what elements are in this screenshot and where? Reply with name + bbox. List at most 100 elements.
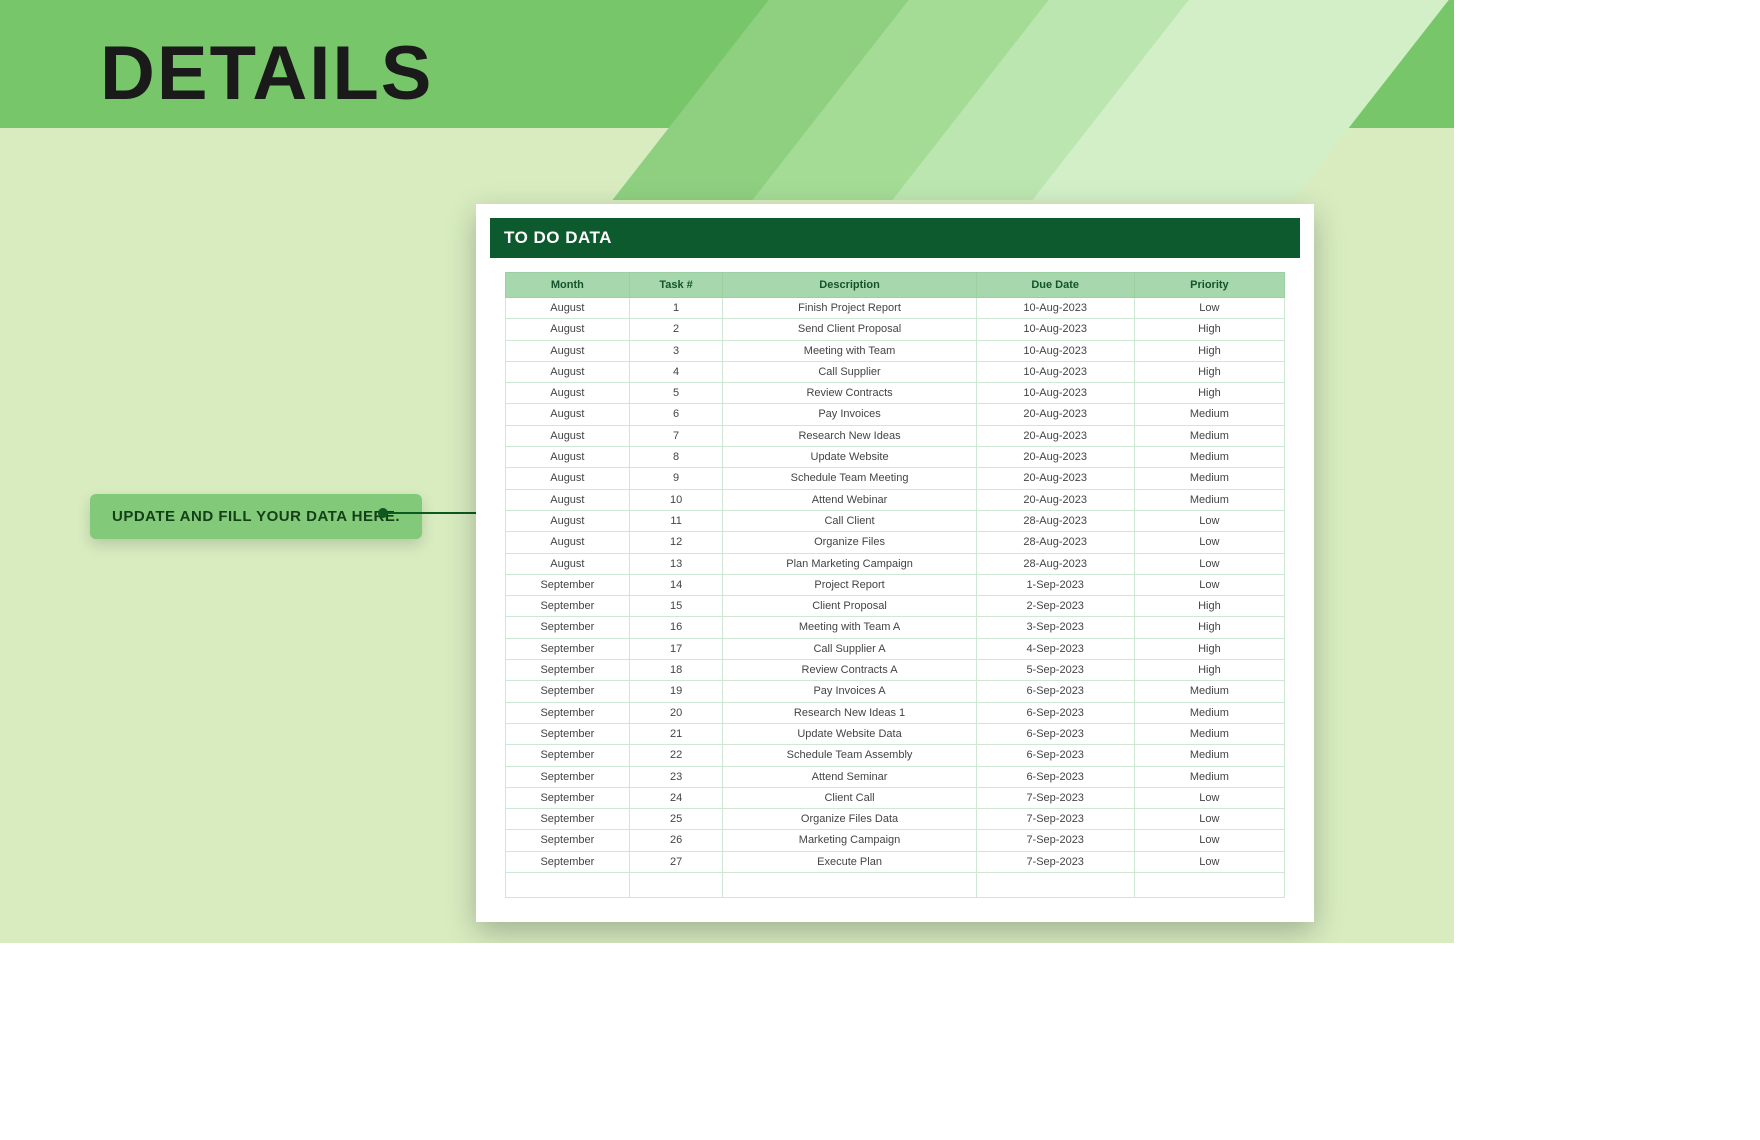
cell-task[interactable]: 9 (629, 468, 723, 489)
cell-task[interactable]: 21 (629, 723, 723, 744)
cell-month[interactable]: August (506, 447, 630, 468)
cell-pri[interactable]: Low (1134, 298, 1284, 319)
table-row[interactable]: September26Marketing Campaign7-Sep-2023L… (506, 830, 1285, 851)
cell-task[interactable]: 11 (629, 510, 723, 531)
cell-pri[interactable]: High (1134, 617, 1284, 638)
cell-month[interactable]: August (506, 489, 630, 510)
cell-month[interactable]: August (506, 404, 630, 425)
table-row[interactable]: August12Organize Files28-Aug-2023Low (506, 532, 1285, 553)
table-row[interactable]: August11Call Client28-Aug-2023Low (506, 510, 1285, 531)
cell-desc[interactable]: Attend Webinar (723, 489, 976, 510)
cell-month[interactable]: September (506, 766, 630, 787)
cell-desc[interactable]: Call Supplier A (723, 638, 976, 659)
cell-due[interactable]: 10-Aug-2023 (976, 298, 1134, 319)
cell-empty[interactable] (506, 873, 630, 898)
cell-task[interactable]: 8 (629, 447, 723, 468)
table-row[interactable]: September23Attend Seminar6-Sep-2023Mediu… (506, 766, 1285, 787)
cell-month[interactable]: August (506, 383, 630, 404)
cell-due[interactable]: 28-Aug-2023 (976, 510, 1134, 531)
cell-desc[interactable]: Send Client Proposal (723, 319, 976, 340)
cell-pri[interactable]: Low (1134, 809, 1284, 830)
table-row[interactable]: September19Pay Invoices A6-Sep-2023Mediu… (506, 681, 1285, 702)
cell-due[interactable]: 6-Sep-2023 (976, 702, 1134, 723)
table-row[interactable]: September22Schedule Team Assembly6-Sep-2… (506, 745, 1285, 766)
cell-task[interactable]: 5 (629, 383, 723, 404)
cell-due[interactable]: 4-Sep-2023 (976, 638, 1134, 659)
cell-task[interactable]: 15 (629, 596, 723, 617)
cell-pri[interactable]: Low (1134, 851, 1284, 872)
table-row-empty[interactable] (506, 873, 1285, 898)
cell-pri[interactable]: Medium (1134, 447, 1284, 468)
cell-empty[interactable] (629, 873, 723, 898)
cell-desc[interactable]: Pay Invoices A (723, 681, 976, 702)
cell-desc[interactable]: Schedule Team Assembly (723, 745, 976, 766)
cell-month[interactable]: September (506, 574, 630, 595)
cell-pri[interactable]: Medium (1134, 489, 1284, 510)
cell-desc[interactable]: Organize Files Data (723, 809, 976, 830)
cell-due[interactable]: 7-Sep-2023 (976, 809, 1134, 830)
cell-month[interactable]: September (506, 851, 630, 872)
cell-pri[interactable]: Medium (1134, 766, 1284, 787)
table-row[interactable]: August3Meeting with Team10-Aug-2023High (506, 340, 1285, 361)
cell-desc[interactable]: Update Website (723, 447, 976, 468)
cell-task[interactable]: 14 (629, 574, 723, 595)
cell-due[interactable]: 6-Sep-2023 (976, 723, 1134, 744)
table-row[interactable]: September18Review Contracts A5-Sep-2023H… (506, 660, 1285, 681)
cell-desc[interactable]: Update Website Data (723, 723, 976, 744)
cell-month[interactable]: September (506, 830, 630, 851)
table-row[interactable]: September17Call Supplier A4-Sep-2023High (506, 638, 1285, 659)
table-row[interactable]: August1Finish Project Report10-Aug-2023L… (506, 298, 1285, 319)
cell-desc[interactable]: Client Call (723, 787, 976, 808)
cell-pri[interactable]: Low (1134, 532, 1284, 553)
cell-pri[interactable]: High (1134, 596, 1284, 617)
cell-month[interactable]: August (506, 532, 630, 553)
table-row[interactable]: September14Project Report1-Sep-2023Low (506, 574, 1285, 595)
cell-desc[interactable]: Meeting with Team A (723, 617, 976, 638)
cell-pri[interactable]: High (1134, 340, 1284, 361)
table-row[interactable]: September16Meeting with Team A3-Sep-2023… (506, 617, 1285, 638)
cell-due[interactable]: 28-Aug-2023 (976, 553, 1134, 574)
cell-due[interactable]: 28-Aug-2023 (976, 532, 1134, 553)
cell-desc[interactable]: Review Contracts (723, 383, 976, 404)
cell-month[interactable]: September (506, 617, 630, 638)
cell-pri[interactable]: Low (1134, 787, 1284, 808)
cell-month[interactable]: September (506, 702, 630, 723)
cell-due[interactable]: 7-Sep-2023 (976, 830, 1134, 851)
cell-task[interactable]: 13 (629, 553, 723, 574)
table-row[interactable]: August2Send Client Proposal10-Aug-2023Hi… (506, 319, 1285, 340)
cell-task[interactable]: 7 (629, 425, 723, 446)
cell-desc[interactable]: Organize Files (723, 532, 976, 553)
cell-month[interactable]: August (506, 510, 630, 531)
cell-due[interactable]: 3-Sep-2023 (976, 617, 1134, 638)
cell-due[interactable]: 20-Aug-2023 (976, 404, 1134, 425)
cell-month[interactable]: September (506, 596, 630, 617)
cell-desc[interactable]: Project Report (723, 574, 976, 595)
cell-task[interactable]: 16 (629, 617, 723, 638)
cell-task[interactable]: 23 (629, 766, 723, 787)
cell-month[interactable]: August (506, 340, 630, 361)
cell-due[interactable]: 2-Sep-2023 (976, 596, 1134, 617)
cell-pri[interactable]: Medium (1134, 468, 1284, 489)
cell-pri[interactable]: Medium (1134, 681, 1284, 702)
table-row[interactable]: August13Plan Marketing Campaign28-Aug-20… (506, 553, 1285, 574)
cell-task[interactable]: 12 (629, 532, 723, 553)
cell-desc[interactable]: Client Proposal (723, 596, 976, 617)
cell-pri[interactable]: Medium (1134, 425, 1284, 446)
cell-task[interactable]: 1 (629, 298, 723, 319)
cell-desc[interactable]: Call Supplier (723, 361, 976, 382)
cell-month[interactable]: September (506, 745, 630, 766)
cell-month[interactable]: August (506, 468, 630, 489)
cell-task[interactable]: 25 (629, 809, 723, 830)
cell-pri[interactable]: Medium (1134, 745, 1284, 766)
cell-month[interactable]: August (506, 298, 630, 319)
cell-task[interactable]: 22 (629, 745, 723, 766)
cell-desc[interactable]: Schedule Team Meeting (723, 468, 976, 489)
cell-task[interactable]: 10 (629, 489, 723, 510)
cell-month[interactable]: August (506, 425, 630, 446)
cell-pri[interactable]: High (1134, 638, 1284, 659)
cell-task[interactable]: 2 (629, 319, 723, 340)
cell-task[interactable]: 6 (629, 404, 723, 425)
table-row[interactable]: September20Research New Ideas 16-Sep-202… (506, 702, 1285, 723)
cell-due[interactable]: 5-Sep-2023 (976, 660, 1134, 681)
table-row[interactable]: September24Client Call7-Sep-2023Low (506, 787, 1285, 808)
